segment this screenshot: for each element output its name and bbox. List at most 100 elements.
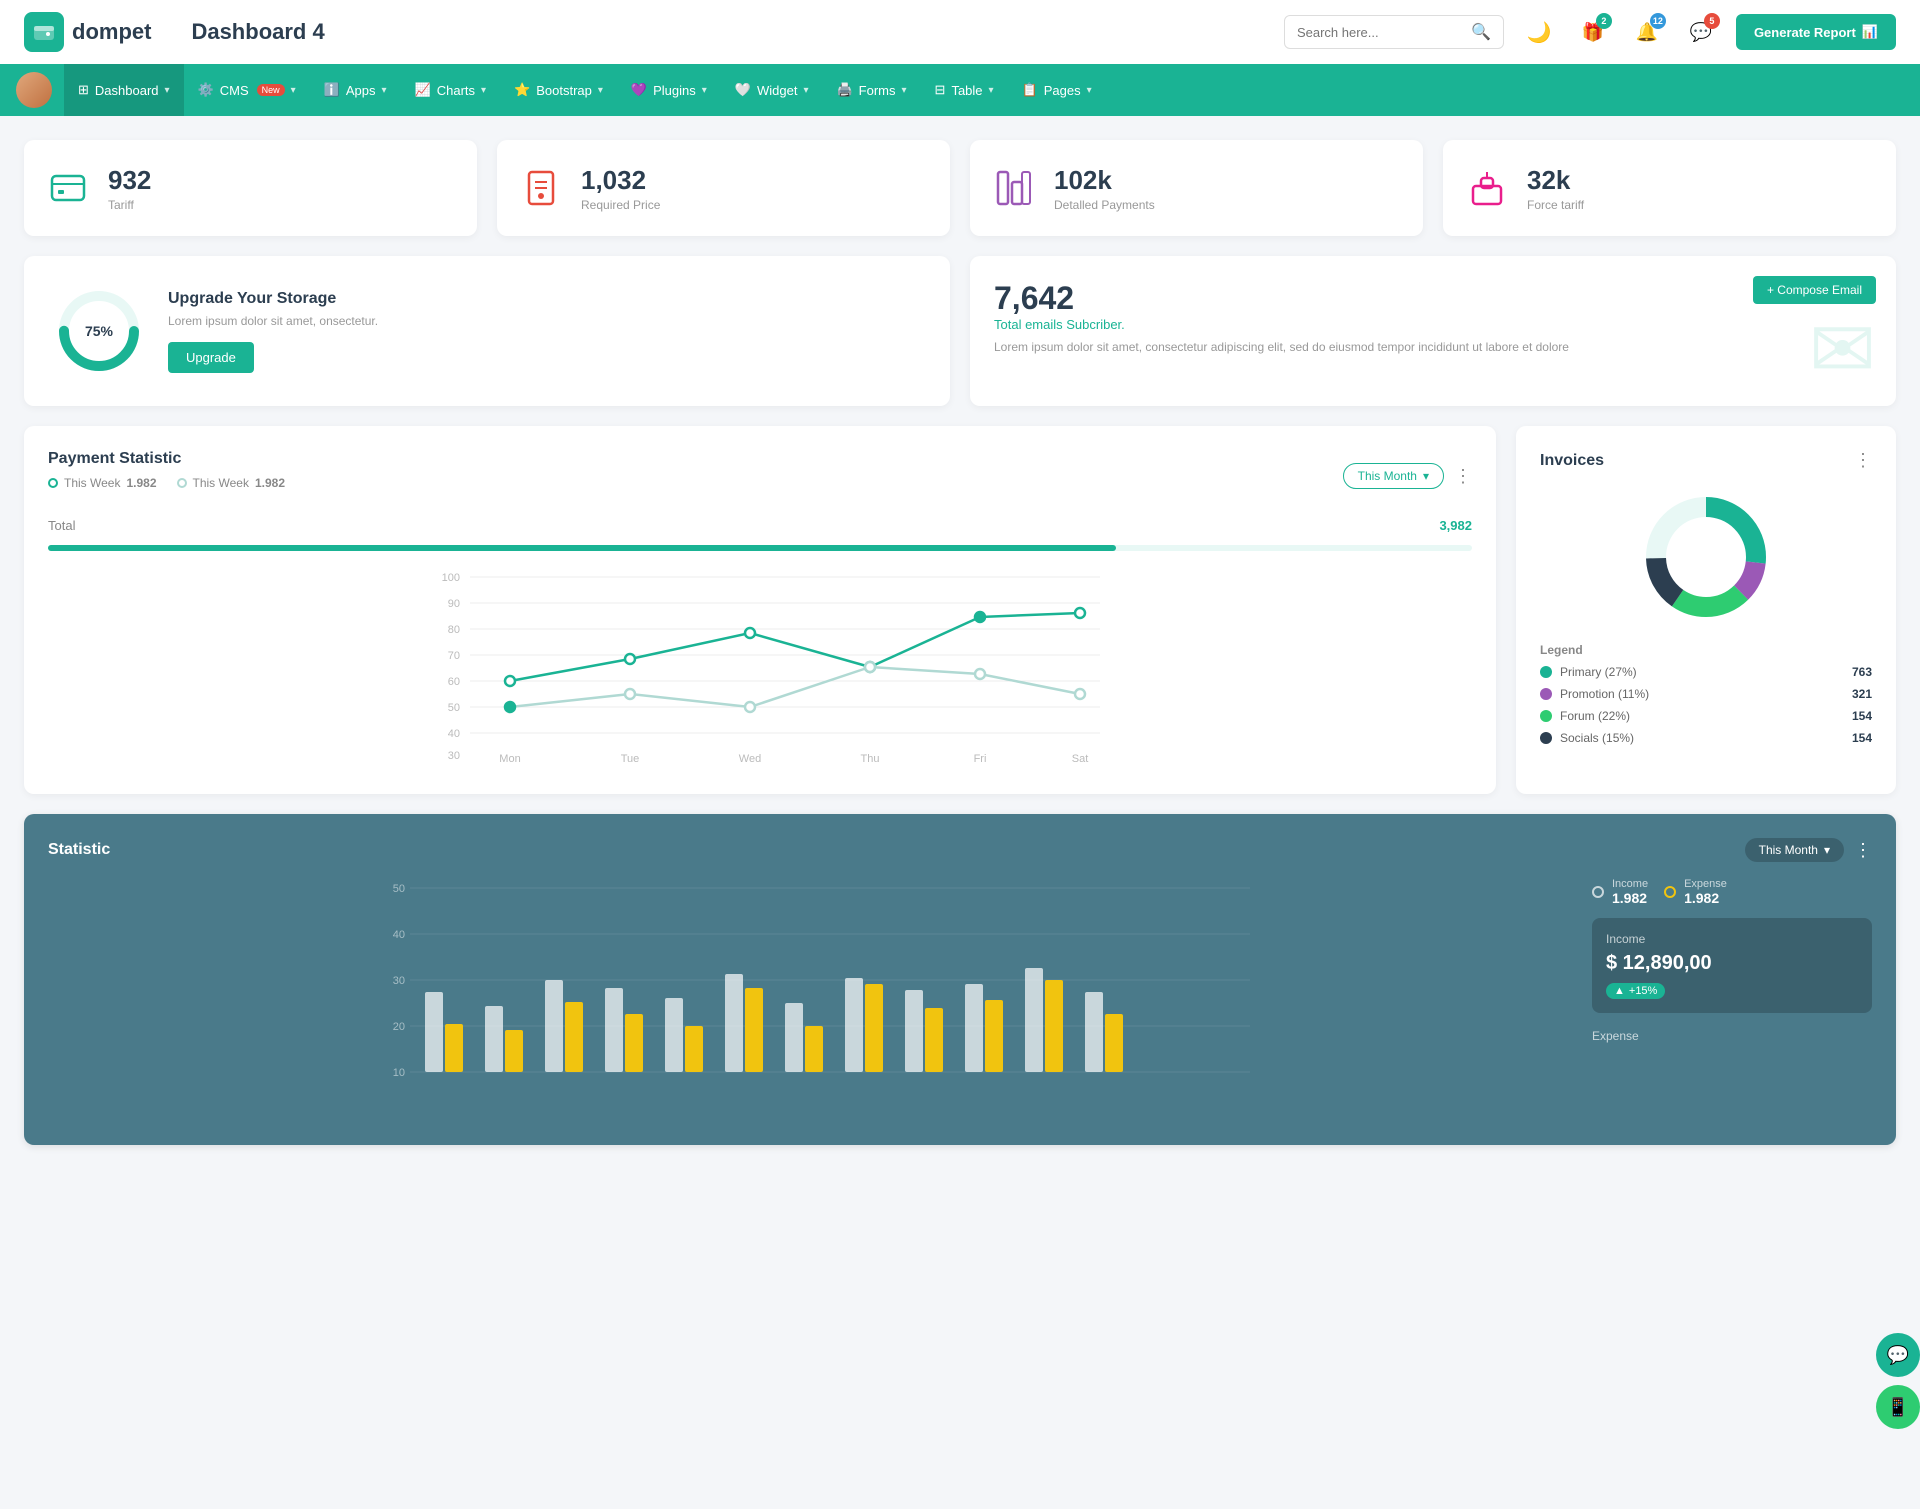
email-bg-icon: ✉ (1809, 303, 1876, 396)
svg-text:30: 30 (393, 975, 405, 987)
invoices-header: Invoices ⋮ (1540, 450, 1872, 471)
nav-item-dashboard[interactable]: ⊞ Dashboard ▾ (64, 64, 184, 116)
avatar (16, 72, 52, 108)
income-box-amount: $ 12,890,00 (1606, 952, 1858, 975)
bell-icon[interactable]: 🔔 12 (1628, 13, 1666, 51)
search-icon: 🔍 (1471, 22, 1491, 42)
nav-item-plugins[interactable]: 💜 Plugins ▾ (617, 64, 721, 116)
income-badge: ▲ +15% (1606, 983, 1665, 999)
generate-report-button[interactable]: Generate Report 📊 (1736, 14, 1896, 50)
svg-text:50: 50 (393, 883, 405, 895)
stat-card-force-tariff: 32k Force tariff (1443, 140, 1896, 236)
income-expense-row: Income 1.982 Expense 1.982 (1592, 878, 1872, 906)
nav-item-bootstrap[interactable]: ⭐ Bootstrap ▾ (500, 64, 617, 116)
svg-text:90: 90 (448, 598, 460, 610)
required-price-icon (517, 164, 565, 212)
invoices-more-button[interactable]: ⋮ (1854, 450, 1872, 471)
tariff-number: 932 (108, 165, 151, 196)
header: dompet Dashboard 4 🔍 🌙 🎁 2 🔔 12 💬 5 Gene… (0, 0, 1920, 64)
nav-item-forms[interactable]: 🖨️ Forms ▾ (822, 64, 920, 116)
svg-text:60: 60 (448, 676, 460, 688)
chat-badge: 5 (1704, 13, 1720, 29)
detailed-payments-number: 102k (1054, 165, 1155, 196)
progress-fill (48, 545, 1116, 551)
svg-text:50: 50 (448, 702, 460, 714)
chevron-down-icon: ▾ (702, 85, 707, 96)
upgrade-description: Lorem ipsum dolor sit amet, onsectetur. (168, 314, 378, 328)
invoices-donut-chart (1636, 487, 1776, 627)
nav-item-cms[interactable]: ⚙️ CMS New ▾ (184, 64, 310, 116)
invoices-card: Invoices ⋮ (1516, 426, 1896, 794)
charts-row: Payment Statistic This Week 1.982 This W… (24, 426, 1896, 794)
required-price-info: 1,032 Required Price (581, 165, 660, 212)
stat-card-tariff: 932 Tariff (24, 140, 477, 236)
expense-item: Expense 1.982 (1664, 878, 1727, 906)
force-tariff-info: 32k Force tariff (1527, 165, 1584, 212)
statistic-bar-chart: 50 40 30 20 10 (48, 878, 1572, 1118)
stat-card-detailed-payments: 102k Detalled Payments (970, 140, 1423, 236)
legend-socials: Socials (15%) 154 (1540, 731, 1872, 745)
tariff-info: 932 Tariff (108, 165, 151, 212)
statistic-this-month-button[interactable]: This Month ▾ (1745, 838, 1844, 862)
svg-text:100: 100 (442, 572, 460, 584)
chevron-down-icon: ▾ (1087, 85, 1092, 96)
force-tariff-label: Force tariff (1527, 198, 1584, 212)
statistic-more-button[interactable]: ⋮ (1854, 840, 1872, 861)
compose-email-button[interactable]: + Compose Email (1753, 276, 1876, 304)
navigation: ⊞ Dashboard ▾ ⚙️ CMS New ▾ ℹ️ Apps ▾ 📈 C… (0, 64, 1920, 116)
chevron-down-icon: ▾ (382, 85, 387, 96)
legend-forum: Forum (22%) 154 (1540, 709, 1872, 723)
search-input[interactable] (1297, 25, 1463, 40)
chevron-down-icon: ▾ (291, 85, 296, 96)
invoices-legend-label: Legend (1540, 643, 1872, 657)
more-options-button[interactable]: ⋮ (1454, 466, 1472, 487)
gift-icon[interactable]: 🎁 2 (1574, 13, 1612, 51)
arrow-up-icon: ▲ (1614, 985, 1625, 997)
chevron-down-icon: ▾ (1824, 843, 1830, 857)
chevron-down-icon: ▾ (803, 85, 808, 96)
charts-icon: 📈 (415, 82, 431, 98)
svg-text:Mon: Mon (499, 753, 520, 765)
svg-text:Tue: Tue (621, 753, 640, 765)
payment-line-chart: 100 90 80 70 60 50 40 30 Mon Tue Wed Thu… (48, 567, 1472, 767)
dashboard-icon: ⊞ (78, 82, 89, 98)
legend-primary: Primary (27%) 763 (1540, 665, 1872, 679)
this-month-button[interactable]: This Month ▾ (1343, 463, 1444, 489)
bootstrap-icon: ⭐ (514, 82, 530, 98)
chevron-down-icon: ▾ (1423, 469, 1429, 483)
svg-text:40: 40 (393, 929, 405, 941)
svg-text:Wed: Wed (739, 753, 761, 765)
expense-section-label: Expense (1592, 1029, 1872, 1043)
logo-text: dompet (72, 19, 151, 45)
nav-item-widget[interactable]: 🤍 Widget ▾ (721, 64, 823, 116)
statistic-header: Statistic This Month ▾ ⋮ (48, 838, 1872, 862)
storage-percentage: 75% (85, 323, 113, 339)
detailed-payments-icon (990, 164, 1038, 212)
required-price-label: Required Price (581, 198, 660, 212)
upgrade-button[interactable]: Upgrade (168, 342, 254, 373)
chat-icon[interactable]: 💬 5 (1682, 13, 1720, 51)
chevron-down-icon: ▾ (598, 85, 603, 96)
email-count: 7,642 (994, 280, 1872, 317)
forms-icon: 🖨️ (836, 82, 852, 98)
statistic-chart-area: 50 40 30 20 10 (48, 878, 1572, 1121)
widget-icon: 🤍 (735, 82, 751, 98)
whatsapp-button[interactable]: 📱 (1876, 1385, 1920, 1429)
nav-item-pages[interactable]: 📋 Pages ▾ (1008, 64, 1106, 116)
chevron-down-icon: ▾ (165, 85, 170, 96)
table-icon: ⊟ (935, 82, 946, 98)
middle-row: 75% Upgrade Your Storage Lorem ipsum dol… (24, 256, 1896, 406)
statistic-right-panel: Income 1.982 Expense 1.982 Income $ (1592, 878, 1872, 1121)
support-chat-button[interactable]: 💬 (1876, 1333, 1920, 1377)
stat-card-required-price: 1,032 Required Price (497, 140, 950, 236)
search-box[interactable]: 🔍 (1284, 15, 1504, 49)
nav-item-table[interactable]: ⊟ Table ▾ (921, 64, 1008, 116)
bell-badge: 12 (1650, 13, 1666, 29)
required-price-number: 1,032 (581, 165, 660, 196)
nav-item-apps[interactable]: ℹ️ Apps ▾ (310, 64, 401, 116)
nav-item-charts[interactable]: 📈 Charts ▾ (401, 64, 501, 116)
legend-promotion: Promotion (11%) 321 (1540, 687, 1872, 701)
payment-chart-header: Payment Statistic This Week 1.982 This W… (48, 450, 1472, 502)
moon-icon[interactable]: 🌙 (1520, 13, 1558, 51)
forum-color-dot (1540, 710, 1552, 722)
